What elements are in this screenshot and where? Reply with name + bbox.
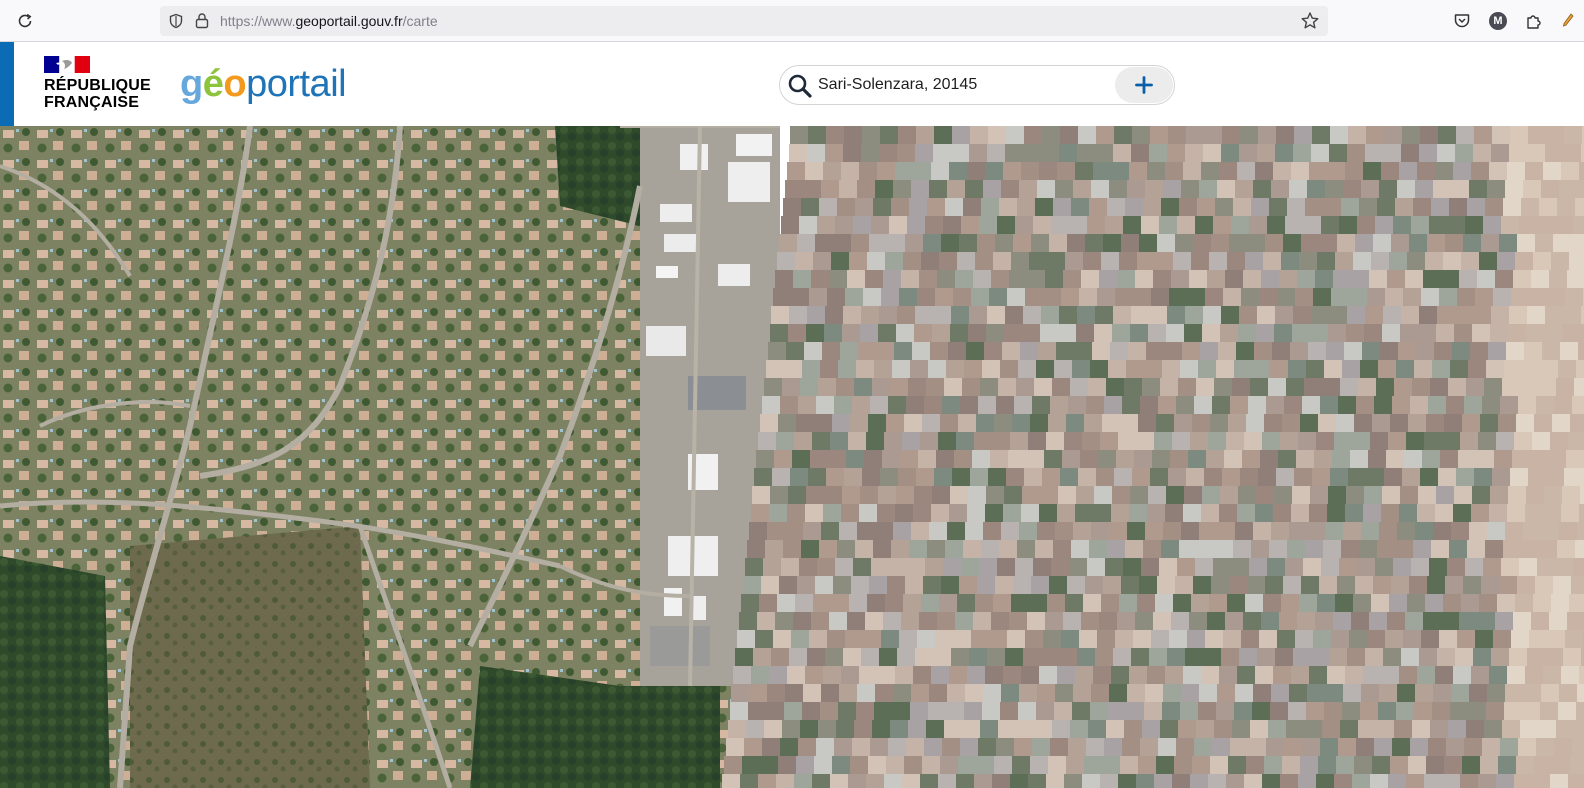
lock-icon[interactable] (194, 12, 210, 29)
aerial-imagery[interactable] (0, 126, 1584, 788)
site-header: RÉPUBLIQUE FRANÇAISE géoportail (0, 42, 1584, 126)
account-button[interactable]: M (1488, 11, 1508, 31)
url-text[interactable]: https://www.geoportail.gouv.fr/carte (220, 13, 438, 29)
republique-francaise-logo[interactable]: RÉPUBLIQUE FRANÇAISE (44, 54, 164, 118)
low-resolution-tiles (722, 126, 1584, 788)
logo-part-o: o (223, 63, 247, 105)
logo-part-g: g (180, 63, 203, 105)
geoportail-logo[interactable]: géoportail (180, 62, 347, 106)
reload-icon (18, 13, 32, 28)
map-view[interactable] (0, 126, 1584, 788)
republique-francaise-text: RÉPUBLIQUE FRANÇAISE (44, 77, 151, 111)
extensions-button[interactable] (1524, 11, 1544, 31)
star-icon[interactable] (1300, 11, 1320, 31)
pocket-button[interactable] (1452, 11, 1472, 31)
url-prefix: https://www. (220, 13, 296, 29)
logo-part-portail: portail (246, 63, 347, 105)
republic-line-1: RÉPUBLIQUE (44, 77, 151, 94)
reload-button[interactable] (14, 10, 36, 32)
search-input[interactable] (818, 71, 1108, 99)
add-button[interactable] (1115, 67, 1173, 103)
logo-part-e: é (202, 63, 224, 105)
search-bar (779, 65, 1175, 105)
puzzle-icon (1527, 15, 1541, 29)
url-domain: geoportail.gouv.fr (295, 13, 403, 29)
menu-strip[interactable] (0, 42, 14, 126)
address-bar[interactable]: https://www.geoportail.gouv.fr/carte (160, 6, 1328, 36)
url-path: /carte (402, 13, 438, 29)
plus-icon (1135, 76, 1153, 94)
pencil-icon (1562, 13, 1574, 27)
magnifier-icon[interactable] (787, 73, 813, 99)
browser-toolbar: https://www.geoportail.gouv.fr/carte M (0, 0, 1584, 42)
avatar: M (1489, 12, 1507, 30)
overflow-extension-icon[interactable] (1560, 11, 1576, 31)
republic-line-2: FRANÇAISE (44, 94, 140, 111)
pocket-icon (1454, 14, 1470, 28)
shield-icon[interactable] (168, 13, 184, 29)
marianne-flag-icon (44, 56, 90, 73)
